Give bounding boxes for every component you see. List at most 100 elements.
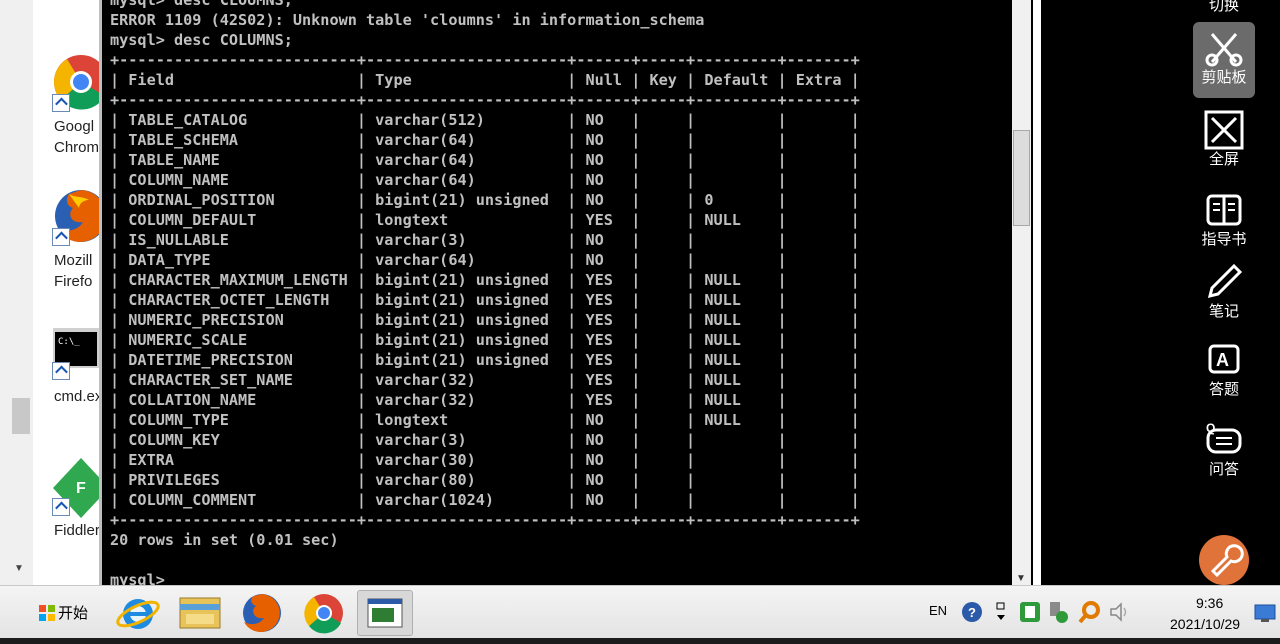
show-desktop-icon[interactable] (1254, 604, 1276, 622)
console-line: | CHARACTER_SET_NAME | varchar(32) | YES… (110, 371, 860, 389)
console-line: +--------------------------+------------… (110, 51, 860, 69)
console-line: mysql> (110, 571, 165, 585)
toolbar-notes-label: 笔记 (1208, 303, 1239, 320)
svg-text:C:\_: C:\_ (58, 337, 80, 347)
book-icon (1206, 194, 1242, 226)
desktop-icon-label: cmd.ex (54, 388, 99, 405)
tray-language[interactable]: EN (929, 603, 947, 618)
taskbar-chrome[interactable] (296, 590, 352, 636)
console-line: | COLUMN_NAME | varchar(64) | NO | | | | (110, 171, 860, 189)
console-line: | EXTRA | varchar(30) | NO | | | | (110, 451, 860, 469)
taskbar-firefox[interactable] (234, 590, 290, 636)
outer-scroll-down-arrow-icon[interactable]: ▼ (14, 563, 24, 574)
console-line: | ORDINAL_POSITION | bigint(21) unsigned… (110, 191, 860, 209)
console-line: | DATA_TYPE | varchar(64) | NO | | | | (110, 251, 860, 269)
window-edge (1033, 0, 1041, 585)
svg-text:?: ? (968, 605, 976, 620)
console-line: | COLUMN_COMMENT | varchar(1024) | NO | … (110, 491, 860, 509)
console-line: | TABLE_NAME | varchar(64) | NO | | | | (110, 151, 860, 169)
ie-icon (116, 599, 160, 629)
toolbar-switch[interactable]: 切换 (1193, 0, 1255, 16)
console-window-icon (367, 598, 403, 628)
toolbar-fullscreen-label: 全屏 (1208, 151, 1239, 168)
outer-scrollbar[interactable] (0, 0, 33, 585)
console-scrollbar-thumb[interactable] (1013, 130, 1030, 226)
shortcut-arrow-icon (52, 228, 70, 246)
mysql-console-window[interactable]: mysql> desc CLOUMNS; ERROR 1109 (42S02):… (99, 0, 1012, 585)
outer-scrollbar-thumb[interactable] (12, 398, 30, 434)
help-icon[interactable]: ? (960, 600, 984, 624)
console-line: | COLUMN_TYPE | longtext | NO | | NULL |… (110, 411, 860, 429)
svg-text:A: A (1216, 350, 1229, 370)
firefox-icon (243, 594, 281, 632)
shortcut-arrow-icon (52, 362, 70, 380)
folder-icon (179, 597, 221, 629)
desktop-icon-fiddler[interactable]: F Fiddler (33, 458, 99, 548)
volume-icon[interactable] (1108, 600, 1132, 624)
console-line: | NUMERIC_PRECISION | bigint(21) unsigne… (110, 311, 860, 329)
svg-text:F: F (76, 480, 86, 497)
console-line: mysql> desc COLUMNS; (110, 31, 293, 49)
start-button[interactable]: 开始 (34, 598, 96, 628)
wrench-icon (1210, 544, 1244, 578)
desktop-icon-label: Mozill Firefo (54, 252, 93, 290)
console-line: | TABLE_CATALOG | varchar(512) | NO | | … (110, 111, 860, 129)
console-line: | IS_NULLABLE | varchar(3) | NO | | | | (110, 231, 860, 249)
console-line: | NUMERIC_SCALE | bigint(21) unsigned | … (110, 331, 860, 349)
console-line: | CHARACTER_MAXIMUM_LENGTH | bigint(21) … (110, 271, 860, 289)
scissors-icon (1205, 33, 1243, 67)
tools-float-button[interactable] (1199, 535, 1249, 585)
taskbar-ie[interactable] (112, 590, 168, 636)
console-line: +--------------------------+------------… (110, 511, 860, 529)
clock-time[interactable]: 9:36 (1196, 595, 1223, 611)
desktop-icon-label: Googl Chrom (54, 118, 99, 156)
console-line: | PRIVILEGES | varchar(80) | NO | | | | (110, 471, 860, 489)
console-line: +--------------------------+------------… (110, 91, 860, 109)
desktop-icon-label: Fiddler (54, 522, 99, 539)
qa-icon: Q (1206, 421, 1242, 454)
windows-logo-icon (39, 605, 55, 621)
console-line: | TABLE_SCHEMA | varchar(64) | NO | | | … (110, 131, 860, 149)
chrome-icon (304, 594, 343, 634)
taskbar-console-active[interactable] (357, 590, 413, 636)
console-scrollbar[interactable] (1012, 0, 1031, 585)
language-options-icon[interactable] (994, 600, 1008, 624)
console-line: mysql> desc CLOUMNS; (110, 0, 293, 9)
console-scroll-down-arrow-icon[interactable]: ▼ (1016, 573, 1026, 584)
toolbar-qa-label: 问答 (1208, 461, 1239, 478)
console-line: | CHARACTER_OCTET_LENGTH | bigint(21) un… (110, 291, 860, 309)
toolbar-guide[interactable]: 指导书 (1193, 190, 1255, 250)
taskbar-explorer[interactable] (172, 590, 228, 636)
app-tray-icon[interactable] (1019, 601, 1041, 623)
toolbar-clipboard[interactable]: 剪贴板 (1193, 28, 1255, 88)
console-line: | COLUMN_DEFAULT | longtext | YES | | NU… (110, 211, 860, 229)
toolbar-fullscreen[interactable]: 全屏 (1193, 110, 1255, 170)
shortcut-arrow-icon (52, 498, 70, 516)
console-line: | Field | Type | Null | Key | Default | … (110, 71, 860, 89)
toolbar-guide-label: 指导书 (1201, 231, 1247, 248)
toolbar-qa[interactable]: Q 问答 (1193, 420, 1255, 480)
desktop: Googl Chrom Mozill Firefo C:\_ cmd.ex F … (33, 0, 99, 585)
console-line: 20 rows in set (0.01 sec) (110, 531, 339, 549)
desktop-icon-firefox[interactable]: Mozill Firefo (33, 188, 99, 298)
pencil-icon (1207, 263, 1243, 299)
console-line: ERROR 1109 (42S02): Unknown table 'cloum… (110, 11, 705, 29)
toolbar-answer-label: 答题 (1208, 381, 1239, 398)
console-line: | DATETIME_PRECISION | bigint(21) unsign… (110, 351, 860, 369)
toolbar-answer[interactable]: A 答题 (1193, 340, 1255, 400)
answer-icon: A (1208, 344, 1240, 374)
console-line: | COLLATION_NAME | varchar(32) | YES | |… (110, 391, 860, 409)
svg-text:Q: Q (1206, 421, 1215, 435)
fullscreen-icon (1204, 110, 1244, 150)
desktop-icon-cmd[interactable]: C:\_ cmd.ex (33, 328, 99, 408)
console-output: mysql> desc CLOUMNS; ERROR 1109 (42S02):… (110, 0, 860, 585)
desktop-icon-chrome[interactable]: Googl Chrom (33, 52, 99, 162)
console-line: | COLUMN_KEY | varchar(3) | NO | | | | (110, 431, 860, 449)
clock-date[interactable]: 2021/10/29 (1170, 616, 1240, 632)
network-icon[interactable] (1046, 600, 1070, 624)
shortcut-arrow-icon (52, 94, 70, 112)
toolbar-clipboard-label: 剪贴板 (1201, 69, 1247, 86)
toolbar-notes[interactable]: 笔记 (1193, 262, 1255, 322)
toolbar-switch-label: 切换 (1208, 0, 1239, 14)
search-tray-icon[interactable] (1078, 600, 1102, 624)
